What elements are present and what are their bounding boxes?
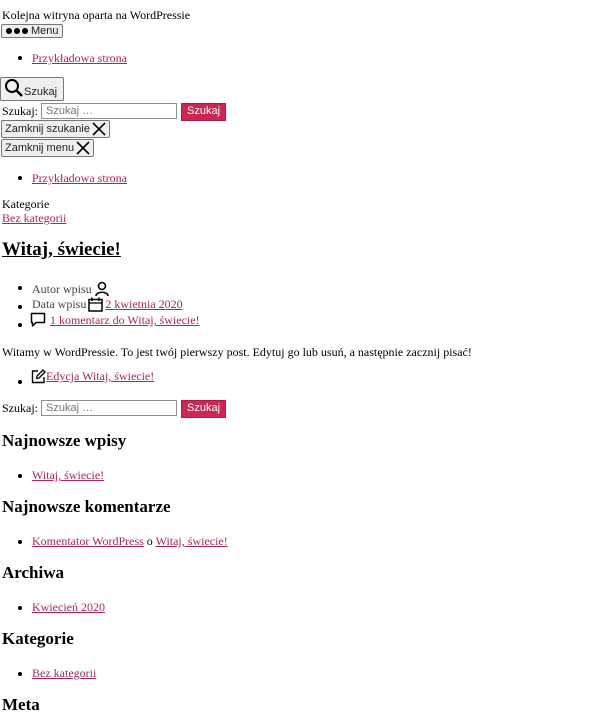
close-menu-button[interactable]: Zamknij menu: [1, 139, 95, 157]
bullet: [18, 305, 22, 309]
bullet: [18, 176, 22, 180]
user-icon: [94, 281, 110, 297]
dots-icon: [5, 27, 31, 35]
edit-post: Edycja Witaj, świecie!: [31, 369, 154, 384]
archive-link[interactable]: Kwiecień 2020: [32, 600, 105, 615]
post-author: Autor wpisu: [32, 281, 110, 297]
bullet: [18, 56, 22, 60]
categories-label: Kategorie: [2, 197, 50, 211]
search-toggle-button[interactable]: Szukaj: [0, 77, 64, 101]
bullet: [18, 286, 22, 290]
author-label: Autor wpisu: [32, 282, 92, 296]
footer-search-submit-button[interactable]: Szukaj: [181, 400, 227, 418]
comments-link[interactable]: 1 komentarz do Witaj, świecie!: [50, 313, 200, 328]
post-comments: 1 komentarz do Witaj, świecie!: [30, 312, 200, 328]
category-link[interactable]: Bez kategorii: [32, 666, 96, 681]
search-label: Szukaj:: [2, 104, 38, 118]
search-icon: [4, 78, 24, 98]
bullet: [18, 672, 22, 676]
recent-comments-title: Najnowsze komentarze: [2, 497, 171, 516]
nav-item-sample-page[interactable]: Przykładowa strona: [32, 51, 127, 66]
edit-post-link[interactable]: Edycja Witaj, świecie!: [46, 369, 154, 384]
comment-post-link[interactable]: Witaj, świecie!: [156, 534, 228, 548]
bullet: [18, 323, 22, 327]
archives-title: Archiwa: [2, 563, 65, 582]
date-label: Data wpisu: [32, 297, 87, 311]
bullet: [18, 380, 22, 384]
calendar-icon: [88, 297, 104, 312]
post-date-link[interactable]: 2 kwietnia 2020: [105, 297, 182, 312]
close-icon: [76, 141, 90, 155]
bullet: [18, 474, 22, 478]
post-category-link[interactable]: Bez kategorii: [2, 211, 66, 226]
comment-connector: o: [146, 534, 153, 548]
comment-icon: [30, 312, 46, 328]
menu-toggle-button[interactable]: Menu: [1, 24, 63, 38]
menu-item-sample-page[interactable]: Przykładowa strona: [32, 171, 127, 186]
close-menu-label: Zamknij menu: [5, 141, 75, 154]
recent-post-link[interactable]: Witaj, świecie!: [32, 468, 104, 483]
search-toggle-label: Szukaj: [24, 86, 58, 98]
categories-widget-title: Kategorie: [2, 629, 74, 648]
close-search-label: Zamknij szukanie: [5, 122, 90, 135]
edit-icon: [31, 369, 46, 384]
site-tagline: Kolejna witryna oparta na WordPressie: [2, 8, 191, 22]
close-icon: [92, 122, 106, 136]
bullet: [18, 540, 22, 544]
post-date: Data wpisu 2 kwietnia 2020: [32, 297, 183, 312]
menu-toggle-label: Menu: [31, 24, 59, 37]
footer-search-label: Szukaj:: [2, 401, 38, 415]
search-input[interactable]: Szukaj …: [41, 103, 177, 119]
post-content: Witamy w WordPressie. To jest twój pierw…: [2, 345, 472, 359]
meta-widget-title: Meta: [2, 695, 40, 714]
close-search-button[interactable]: Zamknij szukanie: [1, 120, 110, 138]
recent-comment-item: Komentator WordPress o Witaj, świecie!: [32, 534, 228, 549]
comment-author-link[interactable]: Komentator WordPress: [32, 534, 144, 548]
footer-search-input[interactable]: Szukaj …: [41, 400, 177, 416]
post-title[interactable]: Witaj, świecie!: [2, 239, 121, 260]
bullet: [18, 606, 22, 610]
search-submit-button[interactable]: Szukaj: [181, 103, 227, 121]
recent-posts-title: Najnowsze wpisy: [2, 431, 127, 450]
